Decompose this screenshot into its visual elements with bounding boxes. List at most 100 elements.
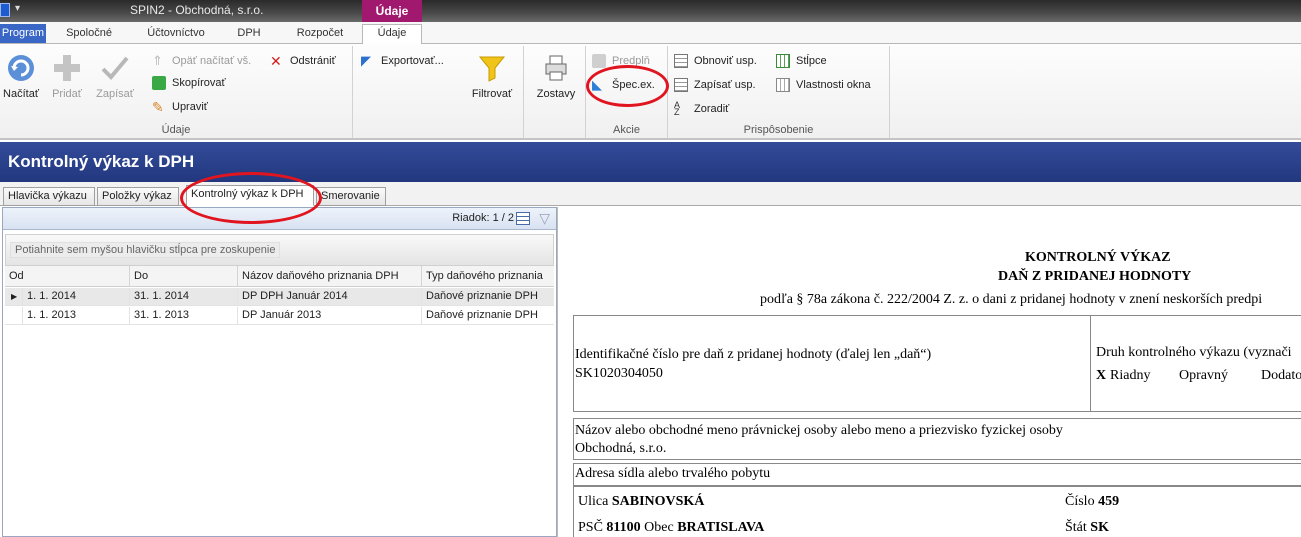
window-title: SPIN2 - Obchodná, s.r.o.: [130, 3, 264, 17]
row-indicator-empty: [5, 307, 23, 325]
checkmark-icon: [101, 56, 129, 80]
grid-view-icon[interactable]: [516, 212, 530, 225]
table-row[interactable]: ▶ 1. 1. 2014 31. 1. 2014 DP DPH Január 2…: [5, 288, 554, 306]
title-bar: ▾ SPIN2 - Obchodná, s.r.o.: [0, 0, 1301, 22]
address-label: Adresa sídla alebo trvalého pobytu: [575, 466, 771, 481]
grid-header: Od Do Názov daňového priznania DPH Typ d…: [5, 266, 554, 287]
report-title: KONTROLNÝ VÝKAZ: [1025, 250, 1171, 265]
cell-nazov: DP DPH Január 2014: [238, 288, 422, 306]
country-label: Štát: [1065, 520, 1087, 535]
cell-od: 1. 1. 2014: [23, 288, 130, 306]
add-button[interactable]: Pridať: [46, 52, 88, 100]
tab-spolocne[interactable]: Spoločné: [52, 25, 126, 44]
report-law-reference: podľa § 78a zákona č. 222/2004 Z. z. o d…: [760, 292, 1263, 307]
window-properties-icon: [776, 78, 790, 93]
city-label: Obec: [644, 520, 674, 535]
save-layout-icon: [674, 78, 688, 93]
sort-button[interactable]: A Z Zoradiť: [674, 100, 729, 120]
zip-value: 81100: [606, 520, 641, 535]
number-line: Číslo 459: [1065, 494, 1119, 510]
group-export: ◤ Exportovať...: [353, 46, 458, 138]
tab-rozpocet[interactable]: Rozpočet: [282, 25, 358, 44]
up-arrow-icon: ⇑: [152, 53, 163, 69]
tab-program[interactable]: Program: [0, 24, 46, 43]
sort-az-icon: AZ: [674, 100, 681, 118]
country-value: SK: [1090, 520, 1109, 535]
type-checkbox-mark: X: [1096, 368, 1107, 383]
app-icon[interactable]: [0, 3, 10, 17]
save-layout-button[interactable]: Zapísať usp.: [674, 76, 756, 96]
table-row[interactable]: 1. 1. 2013 31. 1. 2013 DP Január 2013 Da…: [5, 307, 554, 325]
copy-icon: [152, 76, 166, 91]
funnel-icon: [478, 56, 506, 82]
reload-all-button[interactable]: ⇑ Opäť načítať vš.: [152, 52, 251, 72]
tab-dph[interactable]: DPH: [224, 25, 274, 44]
quick-access-dropdown-icon[interactable]: ▾: [15, 3, 20, 14]
dic-value: SK1020304050: [575, 366, 663, 381]
tab-smerovanie[interactable]: Smerovanie: [316, 187, 386, 206]
cell-do: 31. 1. 2013: [130, 307, 238, 325]
dic-label: Identifikačné číslo pre daň z pridanej h…: [575, 347, 932, 362]
group-label-udaje: Údaje: [161, 124, 191, 136]
column-header-typ[interactable]: Typ daňového priznania: [422, 266, 554, 287]
window-properties-button[interactable]: Vlastnosti okna: [776, 76, 871, 96]
column-header-nazov[interactable]: Názov daňového priznania DPH: [238, 266, 422, 287]
filter-icon[interactable]: ▽: [539, 210, 550, 227]
page-title: Kontrolný výkaz k DPH: [0, 142, 1301, 182]
copy-button[interactable]: Skopírovať: [152, 74, 226, 94]
tab-udaje[interactable]: Údaje: [362, 24, 422, 45]
column-header-od[interactable]: Od: [5, 266, 130, 287]
type-box: [1090, 315, 1301, 412]
tab-polozky-vykazu[interactable]: Položky výkaz: [97, 187, 179, 206]
refresh-layout-button[interactable]: Obnoviť usp.: [674, 52, 757, 72]
cell-od: 1. 1. 2013: [23, 307, 130, 325]
annotation-circle-spec: [586, 65, 669, 107]
ribbon-tabs: Program Spoločné Účtovníctvo DPH Rozpoče…: [0, 22, 1301, 45]
report-subtitle: DAŇ Z PRIDANEJ HODNOTY: [998, 269, 1192, 284]
cell-nazov: DP Január 2013: [238, 307, 422, 325]
remove-button[interactable]: ✕ Odstrániť: [270, 52, 336, 72]
export-arrow-icon: ◤: [361, 53, 371, 69]
group-by-hint: Potiahnite sem myšou hlavičku stĺpca pre…: [10, 242, 281, 258]
column-header-do[interactable]: Do: [130, 266, 238, 287]
columns-button[interactable]: Stĺpce: [776, 52, 827, 72]
city-value: BRATISLAVA: [677, 520, 765, 535]
type-corrective: Opravný: [1179, 368, 1228, 383]
splitter[interactable]: [557, 207, 569, 537]
context-tab-label: Údaje: [362, 0, 422, 22]
name-label: Názov alebo obchodné meno právnickej oso…: [575, 423, 1063, 438]
street-line: Ulica SABINOVSKÁ: [578, 494, 704, 510]
zip-city-line: PSČ 81100 Obec BRATISLAVA: [578, 520, 764, 536]
prefill-icon: [592, 54, 606, 69]
reports-icon: [545, 55, 567, 81]
number-value: 459: [1098, 494, 1120, 509]
street-label: Ulica: [578, 494, 609, 509]
pencil-icon: ✎: [152, 99, 164, 116]
group-label-akcie: Akcie: [613, 124, 640, 136]
group-prisposobenie: Obnoviť usp. Stĺpce Zapísať usp. Vlastno…: [668, 46, 890, 138]
load-button[interactable]: Načítať: [0, 52, 42, 100]
edit-button[interactable]: ✎ Upraviť: [152, 98, 208, 118]
delete-x-icon: ✕: [270, 53, 282, 70]
export-button[interactable]: ◤ Exportovať...: [361, 52, 444, 72]
number-label: Číslo: [1065, 494, 1095, 509]
tab-uctovnictvo[interactable]: Účtovníctvo: [132, 25, 220, 44]
group-by-panel[interactable]: Potiahnite sem myšou hlavičku stĺpca pre…: [5, 234, 554, 266]
records-grid: Riadok: 1 / 2 ▽ Potiahnite sem myšou hla…: [2, 207, 557, 537]
dic-box: [573, 315, 1091, 412]
row-indicator-arrow-icon: ▶: [5, 288, 23, 306]
report-preview: KONTROLNÝ VÝKAZ DAŇ Z PRIDANEJ HODNOTY p…: [569, 207, 1301, 537]
filter-button[interactable]: Filtrovať: [462, 52, 522, 100]
columns-icon: [776, 54, 790, 69]
group-udaje: Načítať Pridať Zapísať ⇑ Opäť načítať vš.…: [0, 46, 353, 138]
cell-typ: Daňové priznanie DPH: [426, 309, 538, 321]
type-regular: Riadny: [1110, 368, 1151, 383]
tab-hlavicka-vykazu[interactable]: Hlavička výkazu: [3, 187, 95, 206]
group-filter: Filtrovať: [458, 46, 524, 138]
street-value: SABINOVSKÁ: [611, 494, 705, 509]
name-value: Obchodná, s.r.o.: [575, 441, 667, 456]
type-label: Druh kontrolného výkazu (vyznači: [1096, 345, 1292, 360]
save-button[interactable]: Zapísať: [92, 52, 138, 100]
reports-button[interactable]: Zostavy: [528, 52, 584, 100]
country-line: Štát SK: [1065, 520, 1109, 536]
